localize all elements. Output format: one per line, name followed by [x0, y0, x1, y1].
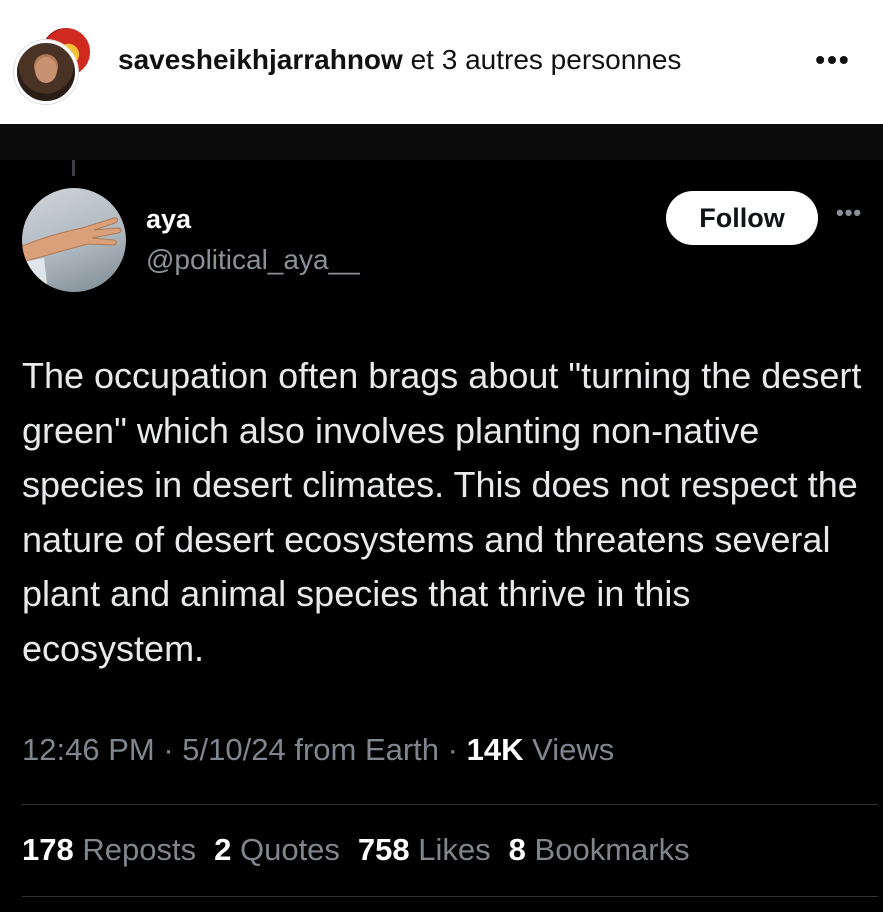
user-avatar[interactable]: [14, 40, 78, 104]
reposts-count: 178: [22, 832, 74, 867]
post-header: savesheikhjarrahnow et 3 autres personne…: [0, 0, 883, 124]
tweet-text: The occupation often brags about "turnin…: [22, 355, 862, 669]
collaborators-line[interactable]: savesheikhjarrahnow et 3 autres personne…: [118, 44, 681, 76]
quotes-stat[interactable]: 2 Quotes: [214, 832, 340, 867]
follow-button[interactable]: Follow: [666, 191, 818, 245]
tweet-card: aya @political_aya__ Follow ••• The occu…: [0, 124, 883, 912]
likes-label: Likes: [418, 832, 491, 867]
hand-image-icon: [22, 217, 122, 292]
likes-count: 758: [357, 832, 410, 867]
page: savesheikhjarrahnow et 3 autres personne…: [0, 0, 883, 912]
tweet-meta: 12:46 PM · 5/10/24 from Earth · 14K View…: [22, 732, 614, 768]
tweet-date[interactable]: 5/10/24: [182, 732, 285, 767]
divider: [22, 896, 878, 897]
thread-connector-line: [72, 160, 75, 176]
bookmarks-label: Bookmarks: [534, 832, 690, 867]
likes-stat[interactable]: 758 Likes: [358, 832, 491, 867]
quotes-label: Quotes: [239, 832, 340, 867]
tweet-top-band: [0, 124, 883, 160]
tweet-author-handle[interactable]: @political_aya__: [146, 244, 360, 276]
bookmarks-count: 8: [508, 832, 526, 867]
more-options-icon[interactable]: •••: [806, 40, 860, 80]
meta-separator: ·: [154, 732, 183, 767]
reposts-stat[interactable]: 178 Reposts: [22, 832, 196, 867]
quotes-count: 2: [214, 832, 232, 867]
tweet-author-name[interactable]: aya: [146, 204, 191, 235]
primary-account-name[interactable]: savesheikhjarrahnow: [118, 44, 403, 75]
stacked-avatars[interactable]: [14, 26, 92, 104]
tweet-source: from Earth: [294, 732, 440, 767]
divider: [22, 804, 878, 805]
meta-separator: ·: [439, 732, 467, 767]
views-label: Views: [532, 732, 615, 767]
views-count: 14K: [466, 732, 524, 767]
bookmarks-stat[interactable]: 8 Bookmarks: [509, 832, 690, 867]
tweet-author-avatar[interactable]: [22, 188, 126, 292]
others-text[interactable]: et 3 autres personnes: [411, 44, 682, 75]
tweet-stats: 178 Reposts 2 Quotes 758 Likes 8 Bookmarks: [22, 832, 708, 868]
tweet-time[interactable]: 12:46 PM: [22, 732, 155, 767]
tweet-more-icon[interactable]: •••: [836, 200, 862, 226]
reposts-label: Reposts: [82, 832, 197, 867]
